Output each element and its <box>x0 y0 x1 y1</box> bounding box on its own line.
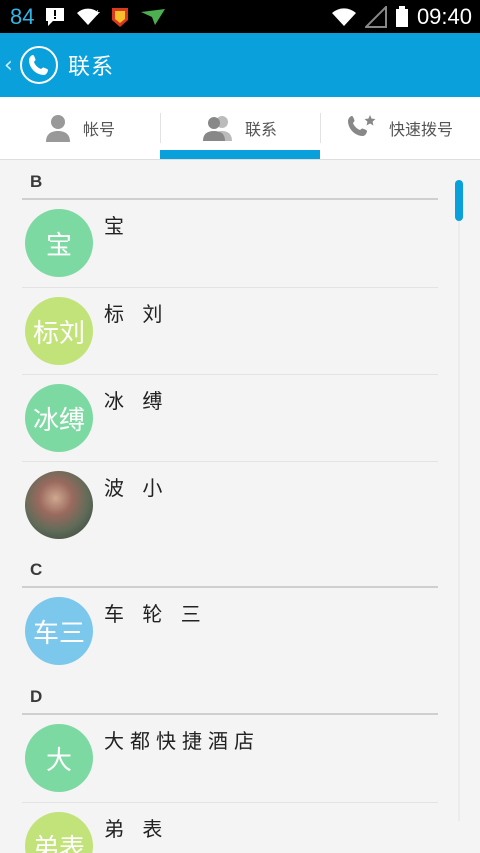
tab-contacts[interactable]: 联系 <box>160 97 320 159</box>
clock-time: 09:40 <box>416 3 472 29</box>
speed-dial-icon <box>347 115 376 136</box>
person-icon <box>45 115 70 142</box>
tab-speed-dial[interactable]: 快速拨号 <box>320 97 480 159</box>
battery-icon <box>395 5 408 27</box>
tab-label: 快速拨号 <box>388 120 453 139</box>
back-chevron-icon[interactable]: ‹ <box>4 53 18 78</box>
app-badge-icon <box>112 7 129 27</box>
status-bar: 84 + 09:40 <box>0 0 480 33</box>
section-letter: C <box>30 560 43 579</box>
notification-icon <box>46 7 65 26</box>
tab-label: 帐号 <box>82 120 115 139</box>
wifi-icon <box>331 7 356 26</box>
screen: 84 + 09:40 ‹ 联系 帐号 联系 快速拨号 B 宝 宝 标刘 标 刘 … <box>0 0 480 853</box>
section-header: B <box>22 160 438 200</box>
tab-label: 联系 <box>244 120 277 139</box>
scrollbar-track <box>458 221 460 821</box>
contact-name: 弟 表 <box>104 817 169 841</box>
avatar: 车三 <box>25 597 93 665</box>
contact-row[interactable]: 车三 车 轮 三 <box>22 588 438 675</box>
contact-row[interactable]: 宝 宝 <box>22 200 438 287</box>
contact-row[interactable]: 冰缚 冰 缚 <box>22 374 438 461</box>
contacts-icon <box>202 116 232 141</box>
tab-account[interactable]: 帐号 <box>0 97 160 159</box>
section-letter: D <box>30 687 43 706</box>
avatar: 冰缚 <box>25 384 93 452</box>
signal-arrow-icon <box>141 8 166 25</box>
contact-name: 标 刘 <box>104 302 169 326</box>
battery-level-text: 84 <box>10 3 35 29</box>
avatar: 大 <box>25 724 93 792</box>
section-header: D <box>22 675 438 715</box>
contact-name: 车 轮 三 <box>104 602 207 626</box>
app-bar: ‹ 联系 <box>0 33 480 97</box>
avatar: 标刘 <box>25 297 93 365</box>
contact-name: 大都快捷酒店 <box>104 729 260 753</box>
contact-row[interactable]: 弟表 弟 表 <box>22 802 438 853</box>
scrollbar-thumb[interactable] <box>455 180 463 221</box>
page-title: 联系 <box>68 55 115 80</box>
cell-signal-icon <box>364 5 387 28</box>
phone-icon[interactable] <box>20 46 58 84</box>
section-header: C <box>22 548 438 588</box>
contact-row[interactable]: 大 大都快捷酒店 <box>22 715 438 802</box>
contact-row[interactable]: 标刘 标 刘 <box>22 287 438 374</box>
contact-name: 宝 <box>104 214 130 238</box>
tab-bar: 帐号 联系 快速拨号 <box>0 97 480 160</box>
contact-name: 波 小 <box>104 476 169 500</box>
svg-text:+: + <box>94 8 100 17</box>
wifi-icon: + <box>77 8 100 25</box>
contact-list: B 宝 宝 标刘 标 刘 冰缚 冰 缚 波 小 C 车三 车 轮 三 D 大 大… <box>22 160 438 853</box>
contact-row[interactable]: 波 小 <box>22 461 438 548</box>
avatar: 弟表 <box>25 812 93 853</box>
avatar-photo <box>25 471 93 539</box>
section-letter: B <box>30 172 43 191</box>
contact-name: 冰 缚 <box>104 389 169 413</box>
avatar: 宝 <box>25 209 93 277</box>
